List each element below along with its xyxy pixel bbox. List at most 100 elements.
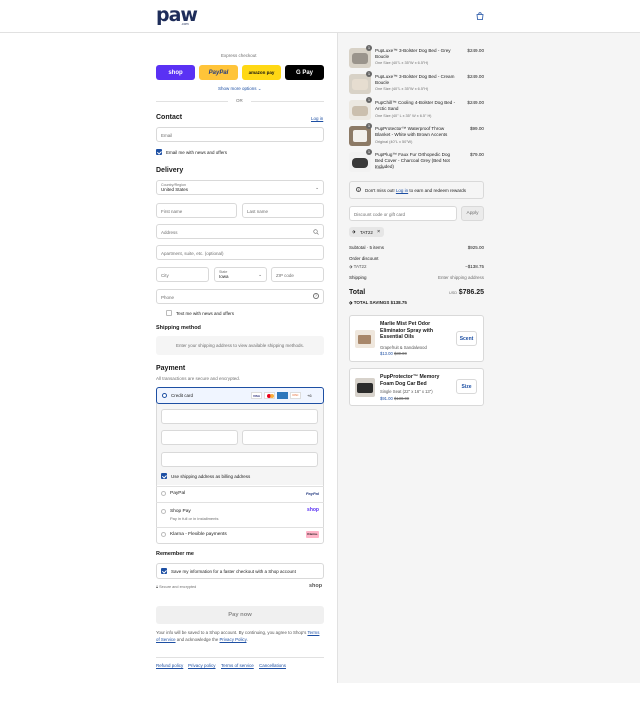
first-name-field[interactable]: First name xyxy=(156,203,237,218)
savings-label: TOTAL SAVINGS xyxy=(353,300,390,305)
total-value: $786.25 xyxy=(458,289,484,296)
upsell-card: PupProtector™ Memory Foam Dog Car Bed Si… xyxy=(349,368,484,406)
klarna-option[interactable]: Klarna - Flexible payments Klarna. xyxy=(156,527,324,544)
savings-value: $138.75 xyxy=(390,300,407,305)
upsell-old-price: $30.00 xyxy=(393,351,407,356)
save-info-label: Save my information for a faster checkou… xyxy=(171,569,296,574)
state-select[interactable]: State Iowa ⌄ xyxy=(214,267,267,282)
product-price: $79.00 xyxy=(469,152,484,157)
last-name-field[interactable]: Last name xyxy=(242,203,324,218)
choose-scent-button[interactable]: Scent xyxy=(456,331,477,346)
product-price: $99.00 xyxy=(469,126,484,131)
product-variant: Giant xyxy=(375,166,385,170)
chevron-down-icon: ⌄ xyxy=(257,86,262,91)
city-field[interactable]: City xyxy=(156,267,209,282)
text-news-checkbox[interactable] xyxy=(166,310,172,316)
credit-card-option[interactable]: Credit card VISA DISC +6 xyxy=(156,387,324,404)
choose-size-button[interactable]: Size xyxy=(456,379,477,394)
google-pay-express-button[interactable]: G Pay xyxy=(285,65,324,80)
amex-icon xyxy=(277,392,288,399)
product-price: $249.00 xyxy=(467,100,484,105)
search-icon xyxy=(313,229,319,235)
upsell-price: $91.00 xyxy=(380,396,393,401)
show-more-options-link[interactable]: Show more options ⌄ xyxy=(218,86,262,92)
shopping-bag-icon[interactable] xyxy=(476,12,484,20)
address-field[interactable]: Address xyxy=(156,224,324,239)
shop-pay-express-button[interactable]: shop xyxy=(156,65,195,80)
save-info-checkbox[interactable] xyxy=(161,568,167,574)
expiry-field[interactable] xyxy=(161,430,238,445)
apply-discount-button[interactable]: Apply xyxy=(461,206,484,221)
divider xyxy=(251,101,324,102)
card-number-field[interactable] xyxy=(161,409,318,424)
billing-same-checkbox[interactable] xyxy=(161,473,167,479)
apartment-field[interactable]: Apartment, suite, etc. (optional) xyxy=(156,245,324,260)
state-value: Iowa xyxy=(219,274,229,279)
discount-tag-code: TAT22 xyxy=(360,229,373,235)
lock-icon: 🔒︎ xyxy=(156,585,159,589)
footer-link-terms[interactable]: Terms of service xyxy=(221,663,254,668)
name-on-card-field[interactable] xyxy=(161,452,318,467)
paypal-logo-icon: PayPal xyxy=(305,491,319,496)
address-placeholder: Address xyxy=(161,230,178,235)
product-price: $249.00 xyxy=(467,74,484,79)
paypal-express-button[interactable]: PayPal xyxy=(199,65,238,80)
product-price: $249.00 xyxy=(467,48,484,53)
subtotal-value: $925.00 xyxy=(467,245,484,250)
footer-link-cancellations[interactable]: Cancellations xyxy=(259,663,286,668)
login-link[interactable]: Log in xyxy=(311,116,323,121)
contact-heading: Contact xyxy=(156,114,183,121)
show-more-label: Show more options xyxy=(218,86,257,91)
currency-code: USD xyxy=(449,291,458,295)
email-news-label: Email me with news and offers xyxy=(166,150,227,155)
security-code-field[interactable] xyxy=(242,430,318,445)
subtotal-label: Subtotal · 5 items xyxy=(349,245,385,250)
email-news-checkbox[interactable] xyxy=(156,149,162,155)
legal-text: Your info will be saved to a Shop accoun… xyxy=(156,629,324,643)
text-news-label: Text me with news and offers xyxy=(176,311,234,316)
applied-code: TAT22 xyxy=(353,264,367,269)
upsell-card: Marlie Mist Pet Odor Eliminator Spray wi… xyxy=(349,315,484,362)
discount-code-field[interactable]: Discount code or gift card xyxy=(349,206,457,221)
quantity-badge: 1 xyxy=(366,149,372,155)
rewards-banner: i Don't miss out! Log in to earn and red… xyxy=(349,181,484,199)
more-cards-count: +6 xyxy=(307,393,312,398)
product-image xyxy=(349,74,371,94)
header: paw .com xyxy=(0,0,640,33)
zip-field[interactable]: ZIP code xyxy=(271,267,324,282)
upsell-old-price: $130.00 xyxy=(393,396,410,401)
tag-icon: ⬗ xyxy=(349,264,353,269)
remember-me-heading: Remember me xyxy=(156,551,194,557)
phone-field[interactable]: Phone ? xyxy=(156,289,324,304)
info-icon: i xyxy=(356,187,361,192)
footer-link-refund[interactable]: Refund policy xyxy=(156,663,183,668)
product-image xyxy=(355,330,375,348)
product-image xyxy=(349,126,371,146)
or-separator: OR xyxy=(236,98,243,103)
quantity-badge: 1 xyxy=(366,123,372,129)
country-select[interactable]: Country/Region United States ⌄ xyxy=(156,180,324,195)
legal-and: and acknowledge the xyxy=(176,637,219,642)
logo[interactable]: paw xyxy=(156,6,198,25)
phone-placeholder: Phone xyxy=(161,295,175,300)
radio-selected[interactable] xyxy=(162,393,167,398)
help-icon[interactable]: ? xyxy=(313,293,319,299)
amazon-pay-express-button[interactable]: amazon pay xyxy=(242,65,281,80)
quantity-badge: 1 xyxy=(366,45,372,51)
shop-pay-label: Shop Pay xyxy=(170,509,191,514)
product-name: PupLuxe™ 3-Bolster Dog Bed - Cream Boucl… xyxy=(375,74,455,85)
privacy-link[interactable]: Privacy Policy xyxy=(220,637,247,642)
divider xyxy=(156,657,324,658)
close-icon[interactable]: × xyxy=(377,229,380,235)
email-field[interactable]: Email xyxy=(156,127,324,142)
paypal-option-label: PayPal xyxy=(170,491,186,496)
radio-unselected[interactable] xyxy=(161,509,166,514)
shop-pay-option[interactable]: Shop Pay Pay in full or in installments … xyxy=(156,502,324,526)
paypal-option[interactable]: PayPal PayPal xyxy=(156,486,324,500)
footer-link-privacy[interactable]: Privacy policy xyxy=(188,663,216,668)
rewards-login-link[interactable]: Log in xyxy=(396,188,408,193)
radio-unselected[interactable] xyxy=(161,532,166,537)
pay-now-button[interactable]: Pay now xyxy=(156,606,324,624)
product-image xyxy=(349,152,371,172)
radio-unselected[interactable] xyxy=(161,491,166,496)
